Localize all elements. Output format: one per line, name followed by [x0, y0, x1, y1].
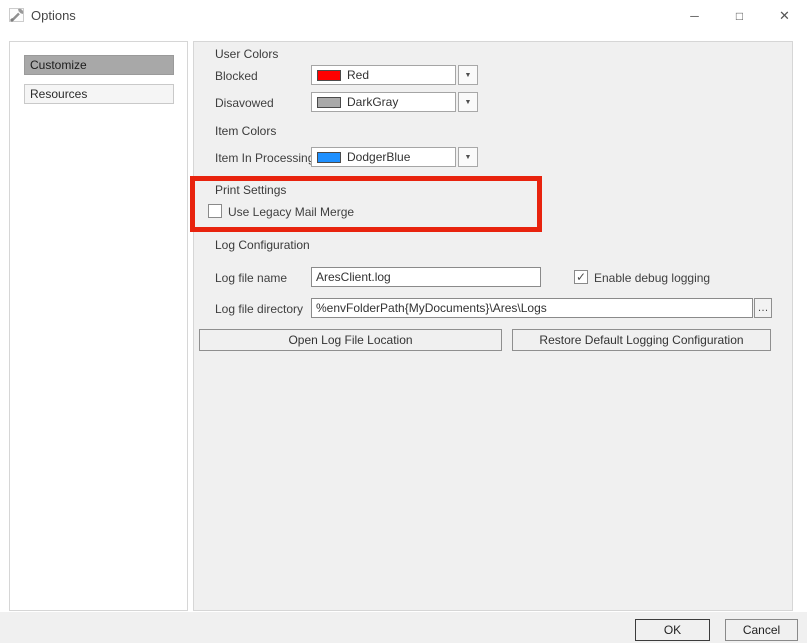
check-icon: ✓	[576, 271, 586, 283]
blocked-color-swatch	[317, 70, 341, 81]
ellipsis-icon: …	[758, 304, 769, 312]
log-file-directory-input[interactable]	[311, 298, 753, 318]
blocked-label: Blocked	[215, 69, 258, 83]
item-in-processing-dropdown[interactable]: DodgerBlue ▼	[311, 147, 478, 167]
title-bar: Options ─ □ ✕	[0, 0, 807, 31]
ok-button[interactable]: OK	[635, 619, 710, 641]
enable-debug-logging-label: Enable debug logging	[594, 271, 710, 285]
group-header-item-colors: Item Colors	[215, 124, 276, 138]
group-header-print-settings: Print Settings	[215, 183, 286, 197]
chevron-down-icon: ▼	[465, 99, 472, 106]
disavowed-label: Disavowed	[215, 96, 274, 110]
options-dialog: Options ─ □ ✕ Customize Resources User C…	[0, 0, 807, 643]
blocked-color-dropdown[interactable]: Red ▼	[311, 65, 478, 85]
chevron-down-icon: ▼	[465, 72, 472, 79]
blocked-color-value: Red	[347, 68, 369, 82]
log-file-name-input[interactable]	[311, 267, 541, 287]
close-icon: ✕	[779, 8, 790, 24]
window-controls: ─ □ ✕	[672, 0, 807, 31]
maximize-icon: □	[736, 9, 743, 23]
sidebar: Customize Resources	[9, 41, 188, 611]
enable-debug-logging-checkbox[interactable]: ✓	[574, 270, 588, 284]
window-title: Options	[31, 8, 76, 23]
main-panel: User Colors Blocked Red ▼ Disavowed Dark…	[193, 41, 793, 611]
restore-default-logging-button[interactable]: Restore Default Logging Configuration	[512, 329, 771, 351]
use-legacy-mail-merge-label: Use Legacy Mail Merge	[228, 205, 354, 219]
use-legacy-mail-merge-checkbox[interactable]	[208, 204, 222, 218]
sidebar-item-customize[interactable]: Customize	[24, 55, 174, 75]
disavowed-color-field[interactable]: DarkGray	[311, 92, 456, 112]
item-in-processing-field[interactable]: DodgerBlue	[311, 147, 456, 167]
open-log-file-location-button[interactable]: Open Log File Location	[199, 329, 502, 351]
disavowed-color-value: DarkGray	[347, 95, 398, 109]
maximize-button[interactable]: □	[717, 0, 762, 31]
footer: OK Cancel	[0, 612, 807, 643]
cancel-button[interactable]: Cancel	[725, 619, 798, 641]
item-in-processing-value: DodgerBlue	[347, 150, 410, 164]
disavowed-color-dropdown[interactable]: DarkGray ▼	[311, 92, 478, 112]
minimize-button[interactable]: ─	[672, 0, 717, 31]
log-file-directory-label: Log file directory	[215, 302, 303, 316]
chevron-down-icon: ▼	[465, 154, 472, 161]
disavowed-color-swatch	[317, 97, 341, 108]
browse-directory-button[interactable]: …	[754, 298, 772, 318]
item-in-processing-dropdown-button[interactable]: ▼	[458, 147, 478, 167]
minimize-icon: ─	[690, 9, 699, 23]
blocked-color-field[interactable]: Red	[311, 65, 456, 85]
options-wrench-icon	[8, 6, 26, 24]
close-button[interactable]: ✕	[762, 0, 807, 31]
sidebar-item-resources[interactable]: Resources	[24, 84, 174, 104]
item-in-processing-swatch	[317, 152, 341, 163]
disavowed-dropdown-button[interactable]: ▼	[458, 92, 478, 112]
item-in-processing-label: Item In Processing	[215, 151, 314, 165]
group-header-user-colors: User Colors	[215, 47, 278, 61]
blocked-dropdown-button[interactable]: ▼	[458, 65, 478, 85]
log-file-name-label: Log file name	[215, 271, 287, 285]
group-header-log-configuration: Log Configuration	[215, 238, 310, 252]
